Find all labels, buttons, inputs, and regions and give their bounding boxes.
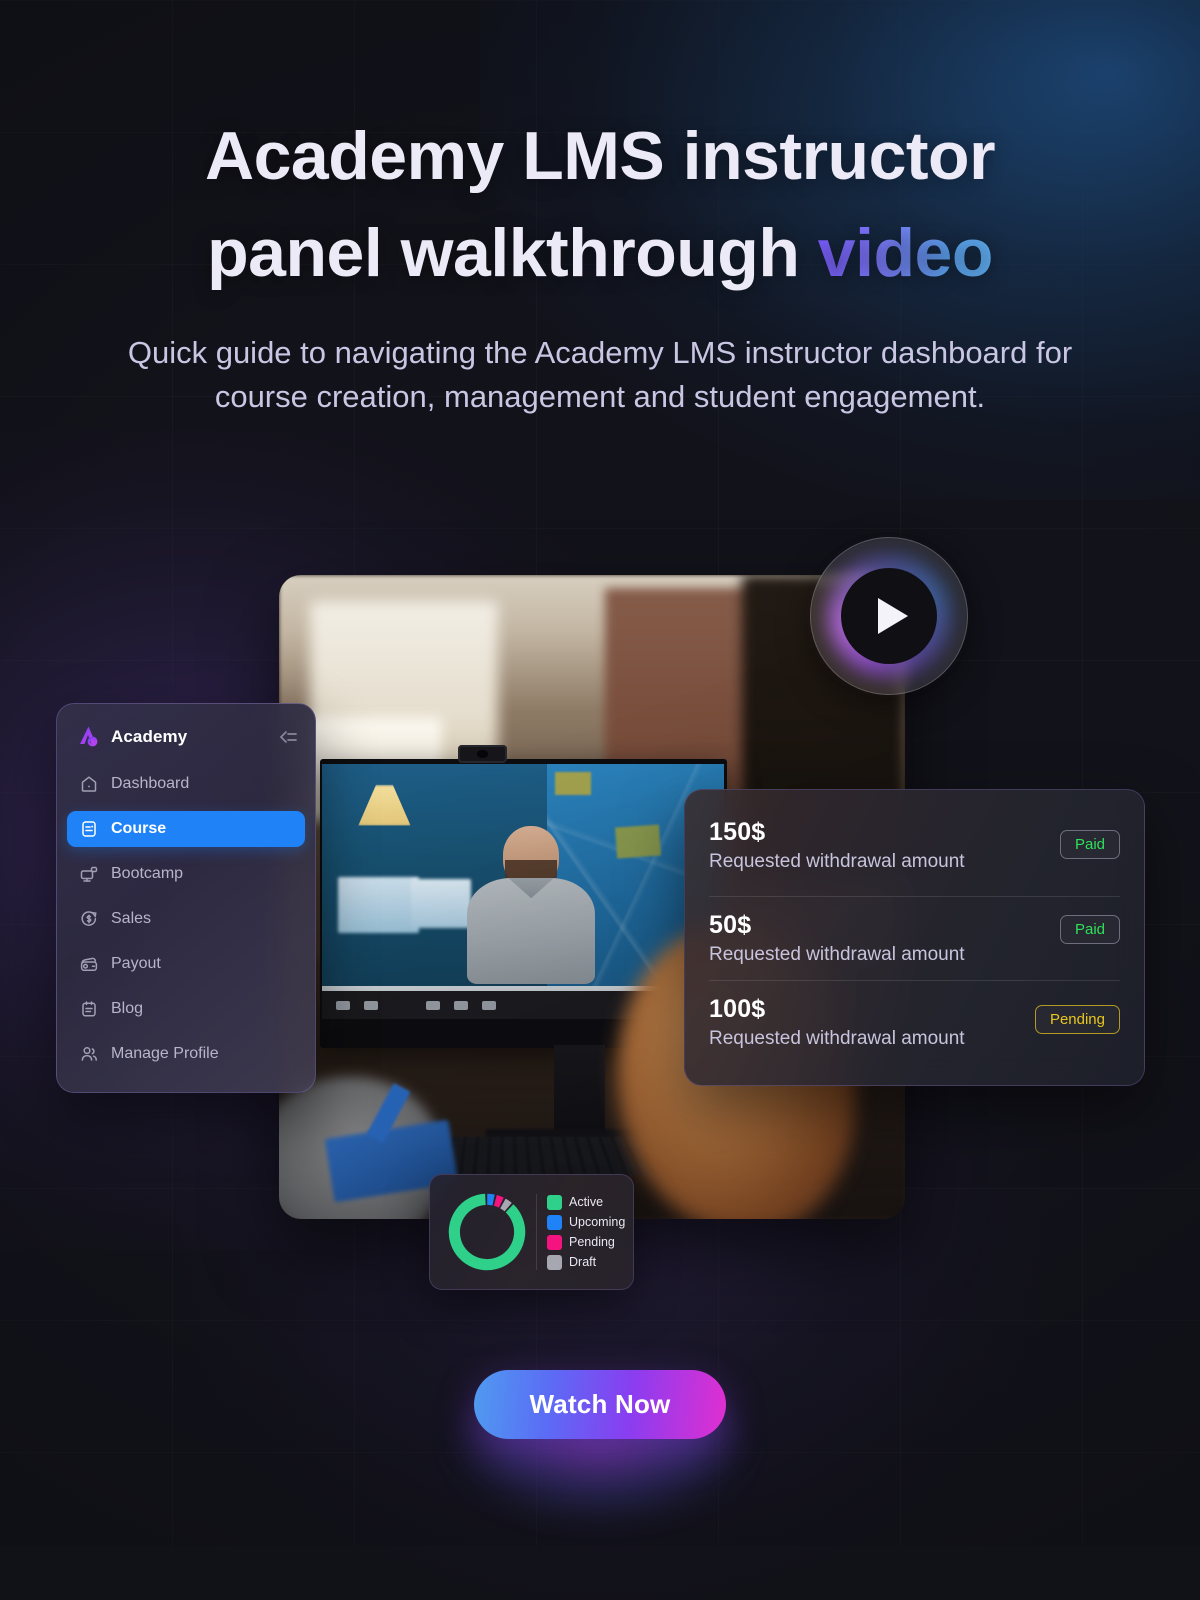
status-badge[interactable]: Pending (1034, 1005, 1120, 1034)
sidebar-item-label: Payout (111, 955, 161, 972)
legend-label: Active (569, 1195, 604, 1209)
title-accent-word: video (817, 214, 994, 291)
withdrawal-amount: 150$ (709, 818, 766, 846)
users-icon (79, 1044, 99, 1064)
legend-swatch-upcoming (547, 1214, 562, 1230)
withdrawal-requests-card: 150$ Requested withdrawal amount Paid 50… (684, 789, 1145, 1086)
legend-swatch-pending (547, 1234, 562, 1250)
watch-now-button[interactable]: Watch Now (473, 1370, 727, 1439)
sidebar-item-label: Sales (111, 910, 152, 927)
chart-divider (536, 1194, 537, 1270)
donut-chart (444, 1189, 530, 1275)
title-line-1: Academy LMS instructor (204, 118, 996, 194)
page-title: Academy LMS instructor panel walkthrough… (125, 108, 1075, 301)
sidebar-item-label: Bootcamp (111, 865, 184, 882)
legend-item: Active (547, 1194, 625, 1210)
legend-label: Pending (569, 1235, 615, 1249)
withdrawal-description: Requested withdrawal amount (709, 851, 965, 872)
course-status-chart-card: Active Upcoming Pending Draft (429, 1174, 634, 1290)
collapse-sidebar-icon[interactable] (277, 726, 299, 748)
sidebar-item-label: Dashboard (111, 775, 190, 792)
legend-item: Draft (547, 1254, 625, 1270)
legend-swatch-active (547, 1194, 562, 1210)
sidebar-item-label: Course (111, 820, 167, 837)
withdrawal-description: Requested withdrawal amount (709, 944, 965, 965)
dollar-circle-icon (79, 909, 99, 929)
title-line-2: panel walkthrough (207, 214, 818, 291)
withdrawal-row: 150$ Requested withdrawal amount Paid (709, 812, 1120, 896)
sidebar-item-sales[interactable]: Sales (67, 901, 305, 937)
legend-item: Upcoming (547, 1214, 626, 1230)
sidebar-item-manage-profile[interactable]: Manage Profile (67, 1036, 305, 1072)
instructor-sidebar-card: Academy Dashboard Course Bootcamp Sales … (56, 703, 316, 1093)
status-badge[interactable]: Paid (1059, 915, 1120, 944)
monitor-icon (79, 864, 99, 884)
sidebar-nav-list: Dashboard Course Bootcamp Sales Payout B… (57, 766, 315, 1072)
play-icon (878, 598, 908, 634)
cta-section: Watch Now (0, 1370, 1200, 1522)
withdrawal-row: 50$ Requested withdrawal amount Paid (709, 896, 1120, 980)
hero-section: Academy LMS instructor panel walkthrough… (0, 0, 1200, 419)
document-icon (79, 819, 99, 839)
legend-swatch-draft (547, 1254, 562, 1270)
sidebar-item-bootcamp[interactable]: Bootcamp (67, 856, 305, 892)
page-subtitle: Quick guide to navigating the Academy LM… (127, 335, 1073, 415)
play-button-core (841, 568, 937, 664)
sidebar-item-label: Manage Profile (111, 1045, 219, 1062)
home-icon (79, 774, 99, 794)
chart-legend: Active Upcoming Pending Draft (547, 1194, 626, 1270)
sidebar-item-dashboard[interactable]: Dashboard (67, 766, 305, 802)
legend-label: Upcoming (569, 1215, 626, 1229)
sidebar-brand-label: Academy (111, 727, 188, 746)
wallet-icon (79, 954, 99, 974)
legend-label: Draft (569, 1255, 597, 1269)
legend-item: Pending (547, 1234, 625, 1250)
status-badge[interactable]: Paid (1059, 830, 1120, 859)
sidebar-item-payout[interactable]: Payout (67, 946, 305, 982)
sidebar-item-course[interactable]: Course (67, 811, 305, 847)
academy-logo-icon (75, 724, 101, 750)
sidebar-item-blog[interactable]: Blog (67, 991, 305, 1027)
withdrawal-amount: 50$ (709, 911, 752, 939)
play-button[interactable] (810, 537, 968, 695)
sidebar-header: Academy (57, 704, 315, 750)
withdrawal-row: 100$ Requested withdrawal amount Pending (709, 980, 1120, 1064)
sidebar-item-label: Blog (111, 1000, 144, 1017)
clipboard-icon (79, 999, 99, 1019)
